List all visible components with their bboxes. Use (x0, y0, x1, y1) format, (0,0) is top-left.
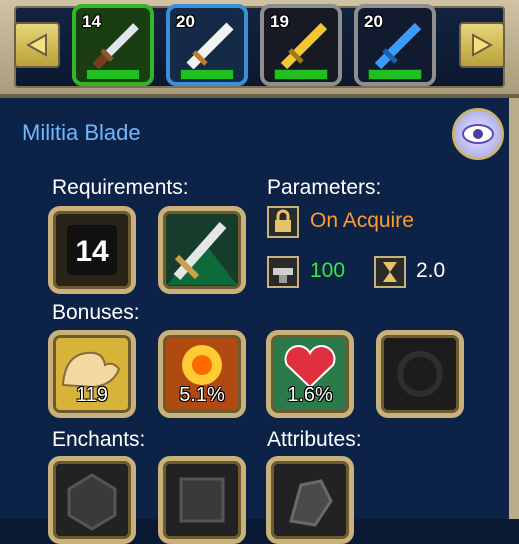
parameters-label: Parameters: (267, 176, 382, 199)
weapon-slot-2[interactable]: 20 (166, 4, 248, 86)
weapon-slot-level: 20 (176, 12, 195, 31)
bonus-slot-4-empty[interactable] (376, 330, 464, 418)
weapon-slot-level: 19 (270, 12, 289, 31)
enchant-slot-2[interactable] (158, 456, 246, 544)
enchants-label: Enchants: (52, 428, 146, 451)
sword-type-icon (167, 222, 237, 285)
inspect-button[interactable] (452, 108, 504, 160)
bonus-value: 5.1% (179, 384, 225, 406)
prev-arrow-button[interactable] (14, 22, 60, 68)
attribute-slot-1[interactable] (266, 456, 354, 544)
bonuses-label: Bonuses: (52, 301, 140, 324)
eye-icon (462, 124, 494, 144)
empty-rune-icon (67, 473, 117, 531)
bonus-value: 119 (76, 384, 108, 406)
bonus-slot-1[interactable]: 119 (48, 330, 136, 418)
durability-bar (274, 69, 328, 80)
empty-slot-icon (397, 351, 443, 397)
next-arrow-button[interactable] (459, 22, 505, 68)
weapon-slot-4[interactable]: 20 (354, 4, 436, 86)
required-level: 14 (75, 235, 109, 268)
bonus-value: 1.6% (287, 384, 333, 406)
level-requirement-badge: 14 (48, 206, 136, 294)
speed-value: 2.0 (416, 259, 446, 282)
weapon-slot-level: 20 (364, 12, 383, 31)
weapon-type-badge (158, 206, 246, 294)
hourglass-icon (374, 256, 406, 288)
durability-bar (86, 69, 140, 80)
item-name: Militia Blade (22, 120, 141, 145)
durability-bar (368, 69, 422, 80)
arrow-right-icon (472, 33, 494, 57)
bind-type: On Acquire (310, 209, 414, 232)
weapon-slot-3[interactable]: 19 (260, 4, 342, 86)
bonus-slot-3[interactable]: 1.6% (266, 330, 354, 418)
bonus-slot-2[interactable]: 5.1% (158, 330, 246, 418)
arrow-left-icon (25, 33, 47, 57)
requirements-label: Requirements: (52, 176, 189, 199)
anvil-icon (267, 256, 299, 288)
durability-bar (180, 69, 234, 80)
attributes-label: Attributes: (267, 428, 362, 451)
gauntlet-icon (289, 479, 333, 527)
damage-value: 100 (310, 259, 346, 282)
empty-rune-icon (179, 477, 225, 523)
weapon-slot-level: 14 (82, 12, 101, 31)
lock-icon (267, 206, 299, 238)
enchant-slot-1[interactable] (48, 456, 136, 544)
weapon-slot-1[interactable]: 14 (72, 4, 154, 86)
